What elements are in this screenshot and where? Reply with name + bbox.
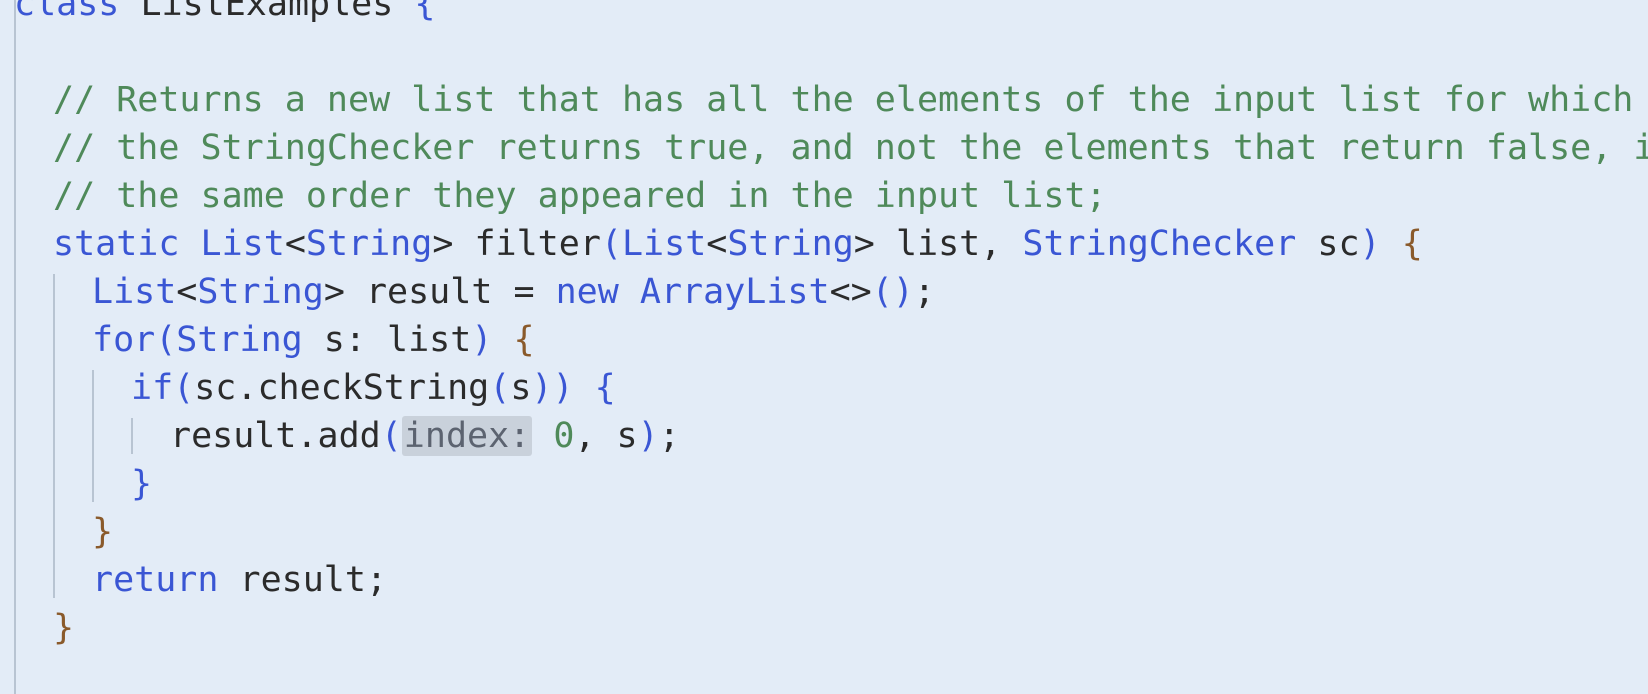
code-token: (): [871, 272, 914, 312]
code-token: StringChecker: [1022, 224, 1297, 264]
code-token: sc.checkString: [194, 368, 490, 408]
code-token: (: [489, 368, 511, 408]
code-editor[interactable]: class ListExamples { // Returns a new lis…: [0, 0, 1648, 694]
code-line[interactable]: for(String s: list) {: [92, 316, 535, 364]
code-token: // the same order they appeared in the i…: [53, 176, 1107, 216]
code-token: <: [284, 224, 306, 264]
code-token: result;: [239, 560, 388, 600]
code-token: if: [131, 368, 174, 408]
code-token: s: list: [302, 320, 472, 360]
code-token: )): [531, 368, 574, 408]
code-token: }: [131, 464, 153, 504]
code-token: for: [92, 320, 156, 360]
indent-guide: [131, 418, 133, 454]
code-token: new: [555, 272, 640, 312]
code-token: List: [200, 224, 285, 264]
code-token: ListExamples: [140, 0, 415, 24]
code-line[interactable]: }: [92, 508, 113, 556]
code-token: String: [727, 224, 854, 264]
code-token: (: [155, 320, 177, 360]
code-token: {: [513, 320, 535, 360]
code-token: String: [176, 320, 303, 360]
code-token: 0: [553, 416, 575, 456]
code-token: , s: [574, 416, 638, 456]
code-token: String: [197, 272, 324, 312]
code-token: // Returns a new list that has all the e…: [53, 80, 1634, 120]
indent-guide: [92, 370, 94, 502]
parameter-hint: index:: [401, 416, 533, 456]
code-line[interactable]: class ListExamples {: [14, 0, 435, 28]
code-token: > list,: [853, 224, 1023, 264]
code-token: <: [706, 224, 728, 264]
code-line[interactable]: }: [131, 460, 152, 508]
code-line[interactable]: List<String> result = new ArrayList<>();: [92, 268, 935, 316]
code-line[interactable]: return result;: [92, 556, 387, 604]
code-token: <>: [829, 272, 872, 312]
code-token: {: [414, 0, 436, 24]
code-token: String: [305, 224, 433, 264]
code-token: }: [53, 608, 75, 648]
code-token: (: [173, 368, 195, 408]
indent-guide: [53, 274, 55, 598]
code-token: result.add: [170, 416, 381, 456]
code-line[interactable]: static List<String> filter(List<String> …: [53, 220, 1423, 268]
code-token: {: [594, 368, 616, 408]
code-token: (: [600, 224, 622, 264]
code-token: > result =: [323, 272, 556, 312]
code-token: (: [380, 416, 402, 456]
code-token: {: [1401, 224, 1423, 264]
code-token: static: [53, 224, 201, 264]
code-token: return: [92, 560, 240, 600]
code-line[interactable]: // the same order they appeared in the i…: [53, 172, 1107, 220]
code-token: s: [510, 368, 532, 408]
code-token: class: [14, 0, 141, 24]
code-line[interactable]: // the StringChecker returns true, and n…: [53, 124, 1648, 172]
code-token: // the StringChecker returns true, and n…: [53, 128, 1648, 168]
code-line[interactable]: if(sc.checkString(s)) {: [131, 364, 616, 412]
code-token: > filter: [432, 224, 601, 264]
code-line[interactable]: result.add(index: 0, s);: [170, 412, 680, 460]
code-line[interactable]: // Returns a new list that has all the e…: [53, 76, 1633, 124]
indent-guide: [14, 0, 16, 694]
code-token: ArrayList: [639, 272, 830, 312]
code-token: ): [471, 320, 493, 360]
code-token: List: [92, 272, 177, 312]
code-token: sc: [1296, 224, 1360, 264]
code-token: ): [637, 416, 659, 456]
code-token: <: [176, 272, 198, 312]
code-token: ;: [913, 272, 935, 312]
code-token: ): [1359, 224, 1381, 264]
code-token: ;: [658, 416, 680, 456]
code-token: List: [621, 224, 707, 264]
code-line[interactable]: }: [53, 604, 74, 652]
code-token: }: [92, 512, 114, 552]
